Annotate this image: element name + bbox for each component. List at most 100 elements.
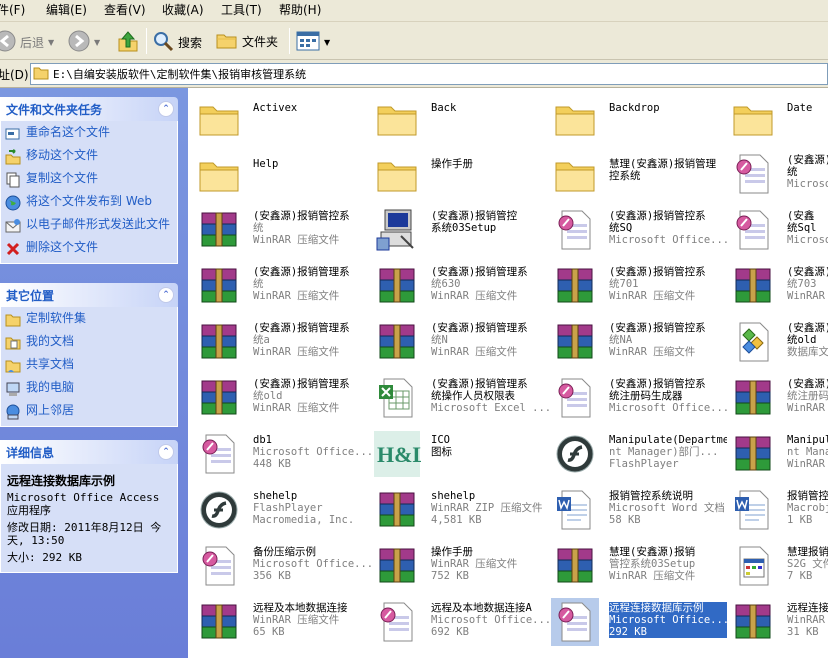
file-detail: 31 KB xyxy=(787,626,819,638)
file-item[interactable]: db1 Microsoft Office... 448 KB xyxy=(195,430,373,478)
file-label: (安鑫源) 统703 WinRAR xyxy=(787,266,828,302)
folder-icon xyxy=(551,150,599,198)
file-label: 报销管控Macrobje1 KB xyxy=(787,490,828,526)
task-delete[interactable]: 删除这个文件 xyxy=(5,241,173,257)
task-move[interactable]: 移动这个文件 xyxy=(5,149,173,165)
task-label: 复制这个文件 xyxy=(26,171,99,185)
views-button[interactable]: ▼ xyxy=(296,31,330,54)
place-shared-documents[interactable]: 共享文档 xyxy=(5,358,173,374)
file-name: 远程连接数据库示例 xyxy=(609,602,704,614)
folder-item[interactable]: 慧理(安鑫源)报销管理 控系统 xyxy=(551,150,729,198)
email-icon xyxy=(5,218,21,234)
file-label: 远程连接 WinRAR 31 KB xyxy=(787,602,828,638)
file-item[interactable]: (安鑫源) 统注册码 WinRAR xyxy=(729,374,828,422)
folder-item[interactable]: Help xyxy=(195,150,373,198)
file-label: shehelp FlashPlayer Macromedia, Inc. xyxy=(253,490,371,526)
place-my-computer[interactable]: 我的电脑 xyxy=(5,381,173,397)
menu-edit[interactable]: 编辑(E) xyxy=(46,2,87,18)
other-places-header[interactable]: 其它位置 ⌃ xyxy=(0,283,178,307)
file-item[interactable]: 报销管控Macrobje1 KB xyxy=(729,486,828,534)
folder-item[interactable]: 操作手册 xyxy=(373,150,551,198)
collapse-icon[interactable]: ⌃ xyxy=(158,287,174,303)
file-detail: Microsoft Excel ... xyxy=(431,402,549,414)
menu-view[interactable]: 查看(V) xyxy=(104,2,146,18)
file-label: Date xyxy=(787,102,828,114)
details-size: 大小: 292 KB xyxy=(7,551,82,564)
menu-tools[interactable]: 工具(T) xyxy=(221,2,262,18)
file-item[interactable]: shehelp WinRAR ZIP 压缩文件 4,581 KB xyxy=(373,486,551,534)
file-item[interactable]: (安鑫源)报销管理系统 WinRAR 压缩文件 xyxy=(195,262,373,310)
rar-icon xyxy=(729,430,777,478)
back-button[interactable]: 后退 ▼ xyxy=(0,30,54,55)
folder-icon xyxy=(195,94,243,142)
up-folder-button[interactable] xyxy=(117,29,139,56)
folder-item[interactable]: Activex xyxy=(195,94,373,142)
file-item[interactable]: (安鑫源)报销管控系 统SQ Microsoft Office... xyxy=(551,206,729,254)
folder-item[interactable]: Date xyxy=(729,94,828,142)
file-item[interactable]: shehelp FlashPlayer Macromedia, Inc. xyxy=(195,486,373,534)
folders-button[interactable]: 文件夹 xyxy=(216,30,278,53)
file-name: (安鑫源)报销管控系 xyxy=(609,322,706,334)
address-field[interactable]: E:\自编安装版软件\定制软件集\报销审核管理系统 xyxy=(30,63,828,85)
address-label: 址(D) xyxy=(0,68,29,82)
file-item[interactable]: 远程及本地数据连接A Microsoft Office... 692 KB xyxy=(373,598,551,646)
menu-help[interactable]: 帮助(H) xyxy=(279,2,321,18)
file-item[interactable]: 操作手册 WinRAR 压缩文件 752 KB xyxy=(373,542,551,590)
file-tasks-header[interactable]: 文件和文件夹任务 ⌃ xyxy=(0,97,178,121)
file-item[interactable]: 慧理(安鑫源)报销 管控系统03Setup WinRAR 压缩文件 xyxy=(551,542,729,590)
file-item[interactable]: (安鑫源)报销管控系 统注册码生成器 Microsoft Office... xyxy=(551,374,729,422)
file-item[interactable]: H&L ICO 图标 xyxy=(373,430,551,478)
file-item[interactable]: 远程连接 WinRAR 31 KB xyxy=(729,598,828,646)
file-item[interactable]: (安鑫源)报销管控系 统NA WinRAR 压缩文件 xyxy=(551,318,729,366)
file-item[interactable]: (安鑫源)报销管理系 统old WinRAR 压缩文件 xyxy=(195,374,373,422)
file-item[interactable]: 远程连接数据库示例 Microsoft Office... 292 KB xyxy=(551,598,729,646)
task-rename[interactable]: 重命名这个文件 xyxy=(5,126,173,142)
file-item[interactable]: (安鑫源)报销管理系 统N WinRAR 压缩文件 xyxy=(373,318,551,366)
file-detail: WinRAR xyxy=(787,614,825,626)
file-detail: 统630 xyxy=(431,278,461,290)
file-item[interactable]: (安鑫统SqlMicrosof xyxy=(729,206,828,254)
task-email[interactable]: 以电子邮件形式发送此文件 xyxy=(5,218,173,234)
file-item[interactable]: Manipulate(Departme nt Manager)部门... Flash… xyxy=(551,430,729,478)
other-places-title: 其它位置 xyxy=(6,288,55,303)
place-network[interactable]: 网上邻居 xyxy=(5,404,173,420)
details-name: 远程连接数据库示例 xyxy=(7,474,116,488)
file-label: 远程连接数据库示例 Microsoft Office... 292 KB xyxy=(609,602,727,638)
search-button[interactable]: 搜索 xyxy=(152,30,202,55)
file-item[interactable]: (安鑫源)统Microsof xyxy=(729,150,828,198)
file-item[interactable]: (安鑫源) 统old 数据库文 xyxy=(729,318,828,366)
collapse-icon[interactable]: ⌃ xyxy=(158,444,174,460)
file-name: 远程及本地数据连接A xyxy=(431,602,532,614)
menu-favorites[interactable]: 收藏(A) xyxy=(162,2,204,18)
file-item[interactable]: 远程及本地数据连接 WinRAR 压缩文件 65 KB xyxy=(195,598,373,646)
task-publish-web[interactable]: 将这个文件发布到 Web xyxy=(5,195,173,211)
file-name: Help xyxy=(253,158,279,170)
file-item[interactable]: (安鑫源)报销管理系 统操作人员权限表 Microsoft Excel ... xyxy=(373,374,551,422)
file-detail: WinRAR xyxy=(787,458,825,470)
file-item[interactable]: (安鑫源)报销管理系 统a WinRAR 压缩文件 xyxy=(195,318,373,366)
file-item[interactable]: Manipulatnt ManagWinRAR xyxy=(729,430,828,478)
place-custom-software[interactable]: 定制软件集 xyxy=(5,312,173,328)
details-header[interactable]: 详细信息 ⌃ xyxy=(0,440,178,464)
rar-icon xyxy=(373,542,421,590)
file-name: shehelp xyxy=(431,490,476,502)
file-detail: 统 xyxy=(253,278,264,290)
folder-item[interactable]: Back xyxy=(373,94,551,142)
file-item[interactable]: 备份压缩示例 Microsoft Office... 356 KB xyxy=(195,542,373,590)
folder-item[interactable]: Backdrop xyxy=(551,94,729,142)
file-item[interactable]: (安鑫源)报销管控 系统03Setup xyxy=(373,206,551,254)
file-item[interactable]: 慧理报销S2G 文件7 KB xyxy=(729,542,828,590)
globe-icon xyxy=(5,195,21,211)
task-copy[interactable]: 复制这个文件 xyxy=(5,172,173,188)
place-my-documents[interactable]: 我的文档 xyxy=(5,335,173,351)
file-item[interactable]: (安鑫源) 统703 WinRAR xyxy=(729,262,828,310)
file-item[interactable]: 报销管控系统说明 Microsoft Word 文档 58 KB xyxy=(551,486,729,534)
file-item[interactable]: (安鑫源)报销管理系 统630 WinRAR 压缩文件 xyxy=(373,262,551,310)
menu-file[interactable]: 件(F) xyxy=(0,2,25,18)
file-detail: nt Manager)部门... xyxy=(609,446,719,458)
file-item[interactable]: (安鑫源)报销管控系统 WinRAR 压缩文件 xyxy=(195,206,373,254)
file-detail: 统Sql xyxy=(787,222,817,234)
collapse-icon[interactable]: ⌃ xyxy=(158,101,174,117)
forward-button[interactable]: ▼ xyxy=(68,30,100,55)
file-item[interactable]: (安鑫源)报销管控系 统701 WinRAR 压缩文件 xyxy=(551,262,729,310)
